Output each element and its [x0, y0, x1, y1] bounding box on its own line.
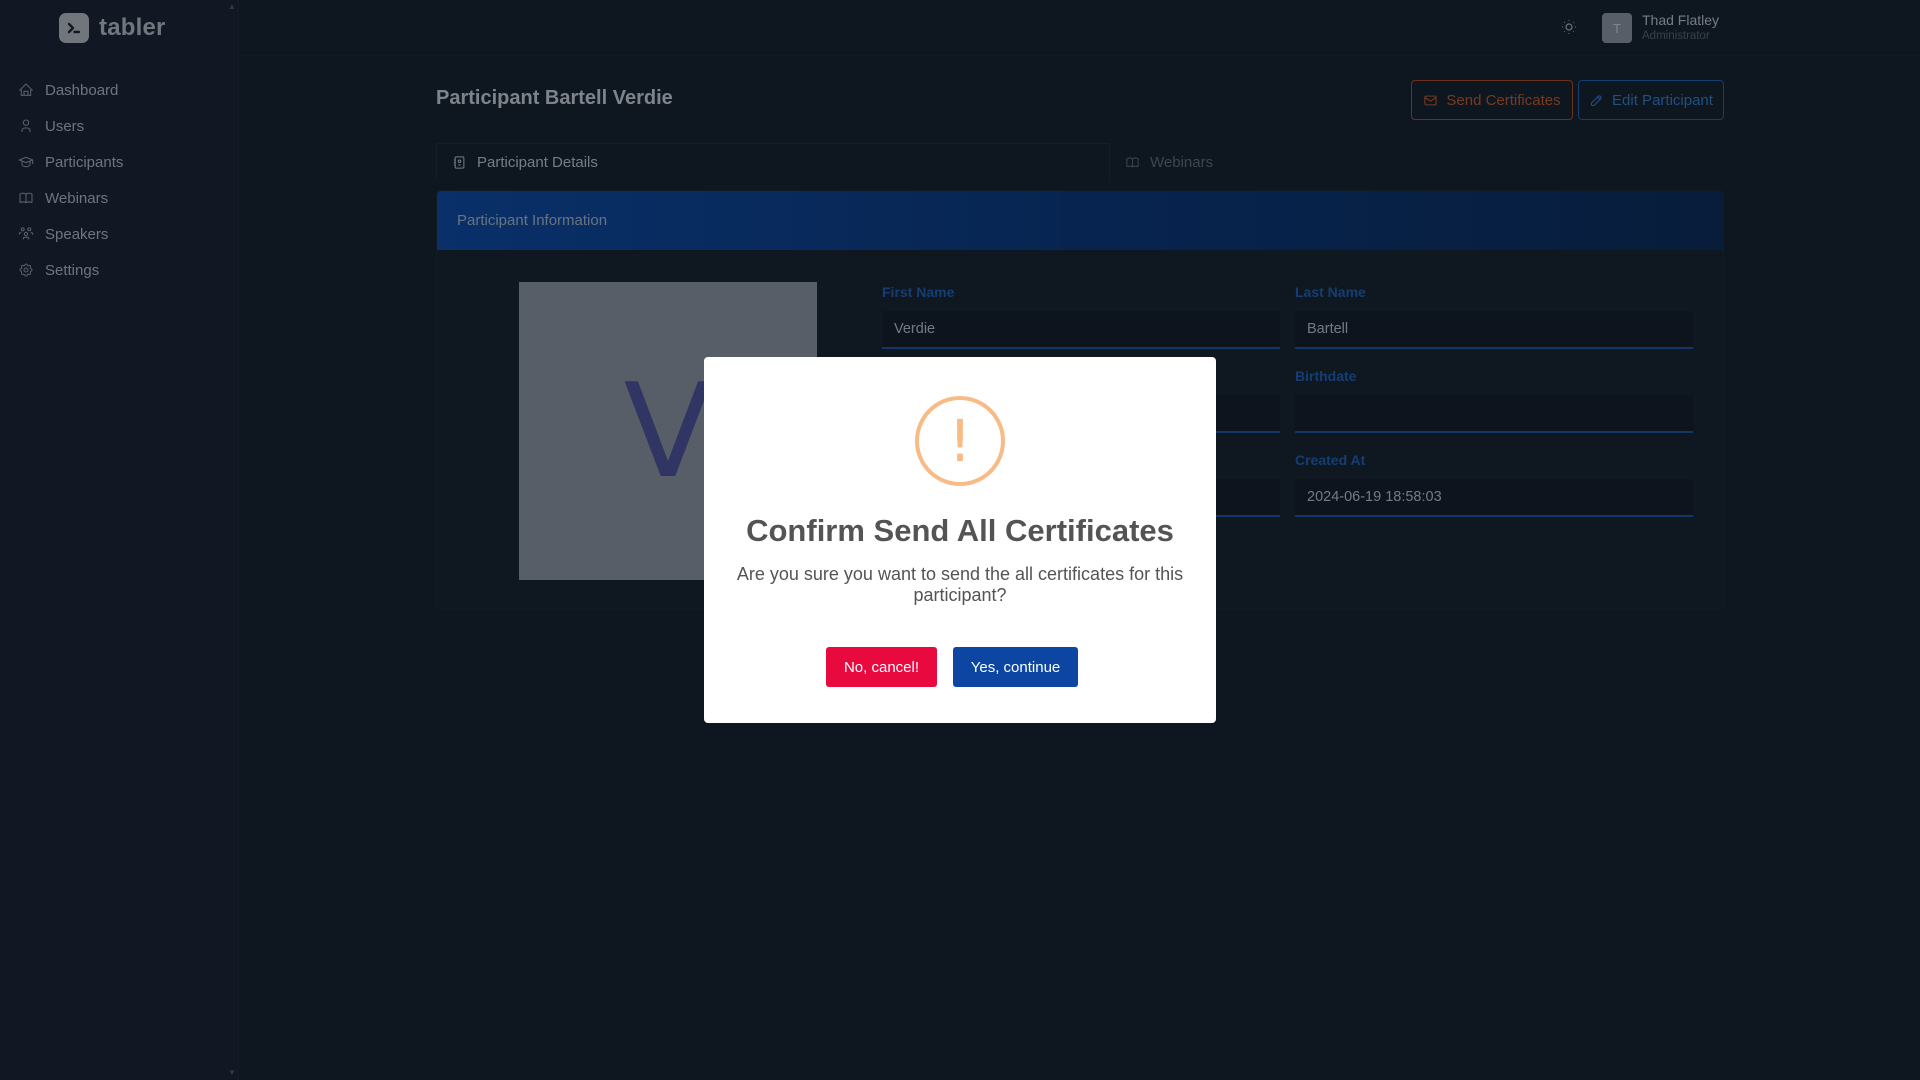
confirm-dialog: ! Confirm Send All Certificates Are you … [704, 357, 1216, 723]
confirm-button[interactable]: Yes, continue [953, 647, 1078, 687]
dialog-message: Are you sure you want to send the all ce… [736, 564, 1184, 605]
warning-icon: ! [915, 396, 1005, 486]
cancel-button[interactable]: No, cancel! [826, 647, 937, 687]
dialog-title: Confirm Send All Certificates [746, 513, 1174, 548]
warning-glyph: ! [948, 407, 972, 475]
